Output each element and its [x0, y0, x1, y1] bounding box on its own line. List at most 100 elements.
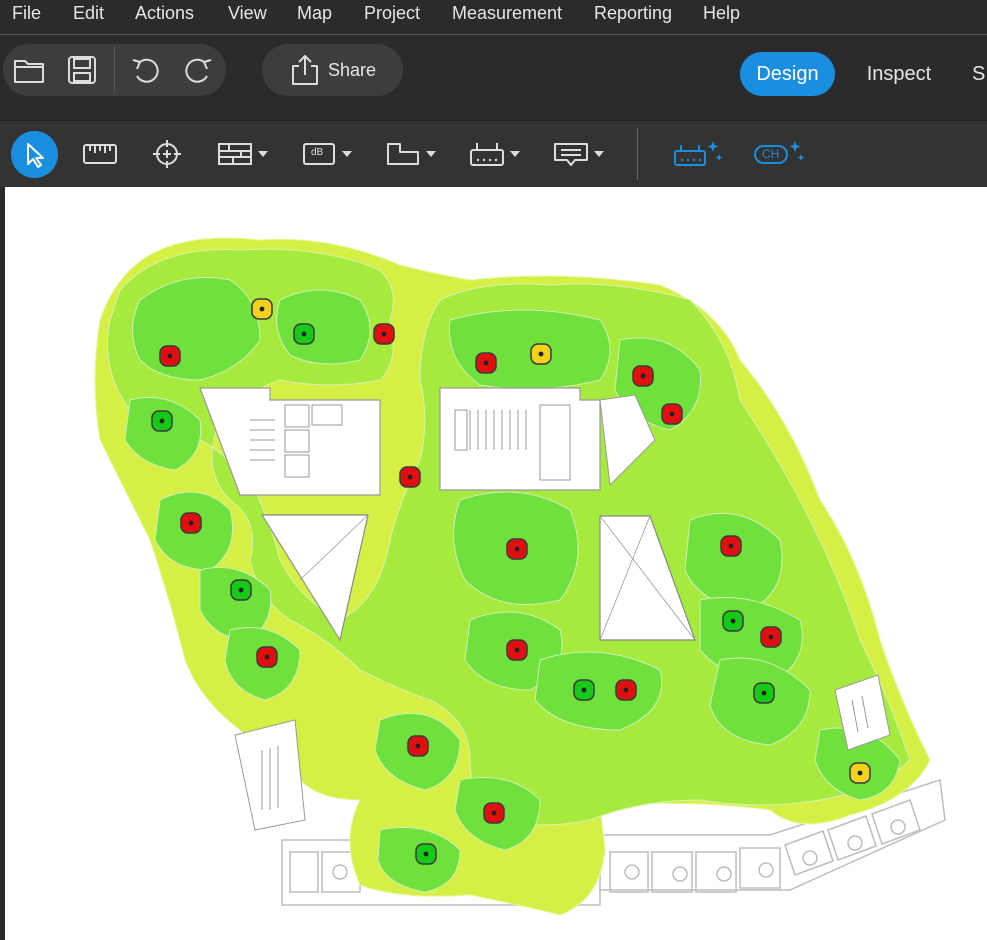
- access-point-dot: [423, 851, 429, 857]
- access-point-marker[interactable]: [720, 535, 742, 557]
- access-point-marker[interactable]: [753, 682, 775, 704]
- coverage-heatmap: [94, 237, 931, 916]
- locate-tool-button[interactable]: [150, 137, 184, 171]
- select-tool-button[interactable]: [11, 131, 58, 178]
- access-point-dot: [538, 351, 544, 357]
- crosshair-icon: [153, 140, 181, 168]
- access-point-dot: [301, 331, 307, 337]
- access-point-dot: [768, 634, 774, 640]
- access-point-marker[interactable]: [415, 843, 437, 865]
- access-point-marker[interactable]: [293, 323, 315, 345]
- toolbar-separator: [114, 46, 115, 94]
- channel-label: CH: [762, 147, 780, 161]
- access-point-marker[interactable]: [407, 735, 429, 757]
- menu-view[interactable]: View: [228, 3, 267, 24]
- main-toolbar: Share Design Inspect S: [0, 35, 987, 120]
- area-icon: [387, 143, 436, 165]
- access-point-dot: [167, 353, 173, 359]
- core-center: [439, 387, 601, 491]
- access-point-marker[interactable]: [506, 538, 528, 560]
- menu-file[interactable]: File: [12, 3, 41, 24]
- access-point-marker[interactable]: [632, 365, 654, 387]
- access-point-icon: [470, 143, 520, 166]
- area-tool-button[interactable]: [382, 137, 440, 171]
- access-point-dot: [491, 810, 497, 816]
- menu-project[interactable]: Project: [364, 3, 420, 24]
- tab-inspect[interactable]: Inspect: [856, 52, 942, 96]
- access-point-marker[interactable]: [849, 762, 871, 784]
- access-point-dot: [259, 306, 265, 312]
- access-point-marker[interactable]: [661, 403, 683, 425]
- access-point-dot: [159, 418, 165, 424]
- save-button[interactable]: [64, 52, 100, 88]
- access-point-dot: [407, 474, 413, 480]
- redo-button[interactable]: [182, 53, 216, 87]
- share-label: Share: [328, 59, 377, 80]
- access-point-marker[interactable]: [483, 802, 505, 824]
- share-icon: [292, 55, 318, 85]
- tab-partial[interactable]: S: [972, 52, 987, 96]
- tool-separator: [637, 128, 638, 180]
- design-toolbar: dB CH: [0, 120, 987, 187]
- access-point-marker[interactable]: [151, 410, 173, 432]
- access-point-marker[interactable]: [159, 345, 181, 367]
- redo-icon: [185, 58, 212, 83]
- access-point-dot: [728, 543, 734, 549]
- open-folder-icon: [14, 60, 44, 83]
- undo-button[interactable]: [128, 53, 162, 87]
- auto-channel-button[interactable]: CH: [750, 135, 808, 171]
- access-point-dot: [514, 546, 520, 552]
- wall-icon: [218, 143, 268, 165]
- access-point-dot: [669, 411, 675, 417]
- access-point-dot: [514, 647, 520, 653]
- open-folder-button[interactable]: [10, 53, 48, 87]
- access-point-marker[interactable]: [251, 298, 273, 320]
- menu-actions[interactable]: Actions: [135, 3, 194, 24]
- menu-reporting[interactable]: Reporting: [594, 3, 672, 24]
- select-pointer-icon: [26, 142, 44, 168]
- menu-edit[interactable]: Edit: [73, 3, 104, 24]
- access-point-marker[interactable]: [180, 512, 202, 534]
- access-point-dot: [483, 360, 489, 366]
- access-point-marker[interactable]: [399, 466, 421, 488]
- access-point-dot: [730, 618, 736, 624]
- access-point-marker[interactable]: [506, 639, 528, 661]
- access-point-dot: [857, 770, 863, 776]
- attenuation-icon: [303, 143, 352, 165]
- ruler-icon: [83, 144, 117, 164]
- access-point-marker[interactable]: [760, 626, 782, 648]
- menu-measurement[interactable]: Measurement: [452, 3, 562, 24]
- access-point-marker[interactable]: [573, 679, 595, 701]
- access-point-dot: [264, 654, 270, 660]
- auto-place-ap-button[interactable]: [668, 135, 726, 171]
- access-point-dot: [640, 373, 646, 379]
- menu-map[interactable]: Map: [297, 3, 332, 24]
- heatmap-svg[interactable]: [5, 187, 987, 940]
- tab-design[interactable]: Design: [740, 52, 835, 96]
- access-point-marker[interactable]: [373, 323, 395, 345]
- comment-icon: [554, 143, 604, 166]
- attenuation-tool-button[interactable]: dB: [298, 137, 356, 171]
- menu-help[interactable]: Help: [703, 3, 740, 24]
- access-point-marker[interactable]: [722, 610, 744, 632]
- save-icon: [68, 56, 96, 84]
- access-point-dot: [415, 743, 421, 749]
- access-point-marker[interactable]: [615, 679, 637, 701]
- access-point-marker[interactable]: [230, 579, 252, 601]
- floor-map-canvas[interactable]: [5, 187, 987, 940]
- wall-tool-button[interactable]: [214, 137, 272, 171]
- access-point-dot: [623, 687, 629, 693]
- access-point-tool-button[interactable]: [466, 137, 524, 171]
- comment-tool-button[interactable]: [550, 137, 608, 171]
- share-button[interactable]: Share: [262, 44, 403, 96]
- access-point-dot: [581, 687, 587, 693]
- menu-bar: File Edit Actions View Map Project Measu…: [0, 0, 987, 30]
- measure-tool-button[interactable]: [80, 139, 120, 169]
- attenuation-label: dB: [311, 147, 324, 158]
- access-point-dot: [188, 520, 194, 526]
- access-point-marker[interactable]: [256, 646, 278, 668]
- auto-place-ap-icon: [674, 141, 723, 166]
- access-point-marker[interactable]: [475, 352, 497, 374]
- access-point-marker[interactable]: [530, 343, 552, 365]
- access-point-dot: [761, 690, 767, 696]
